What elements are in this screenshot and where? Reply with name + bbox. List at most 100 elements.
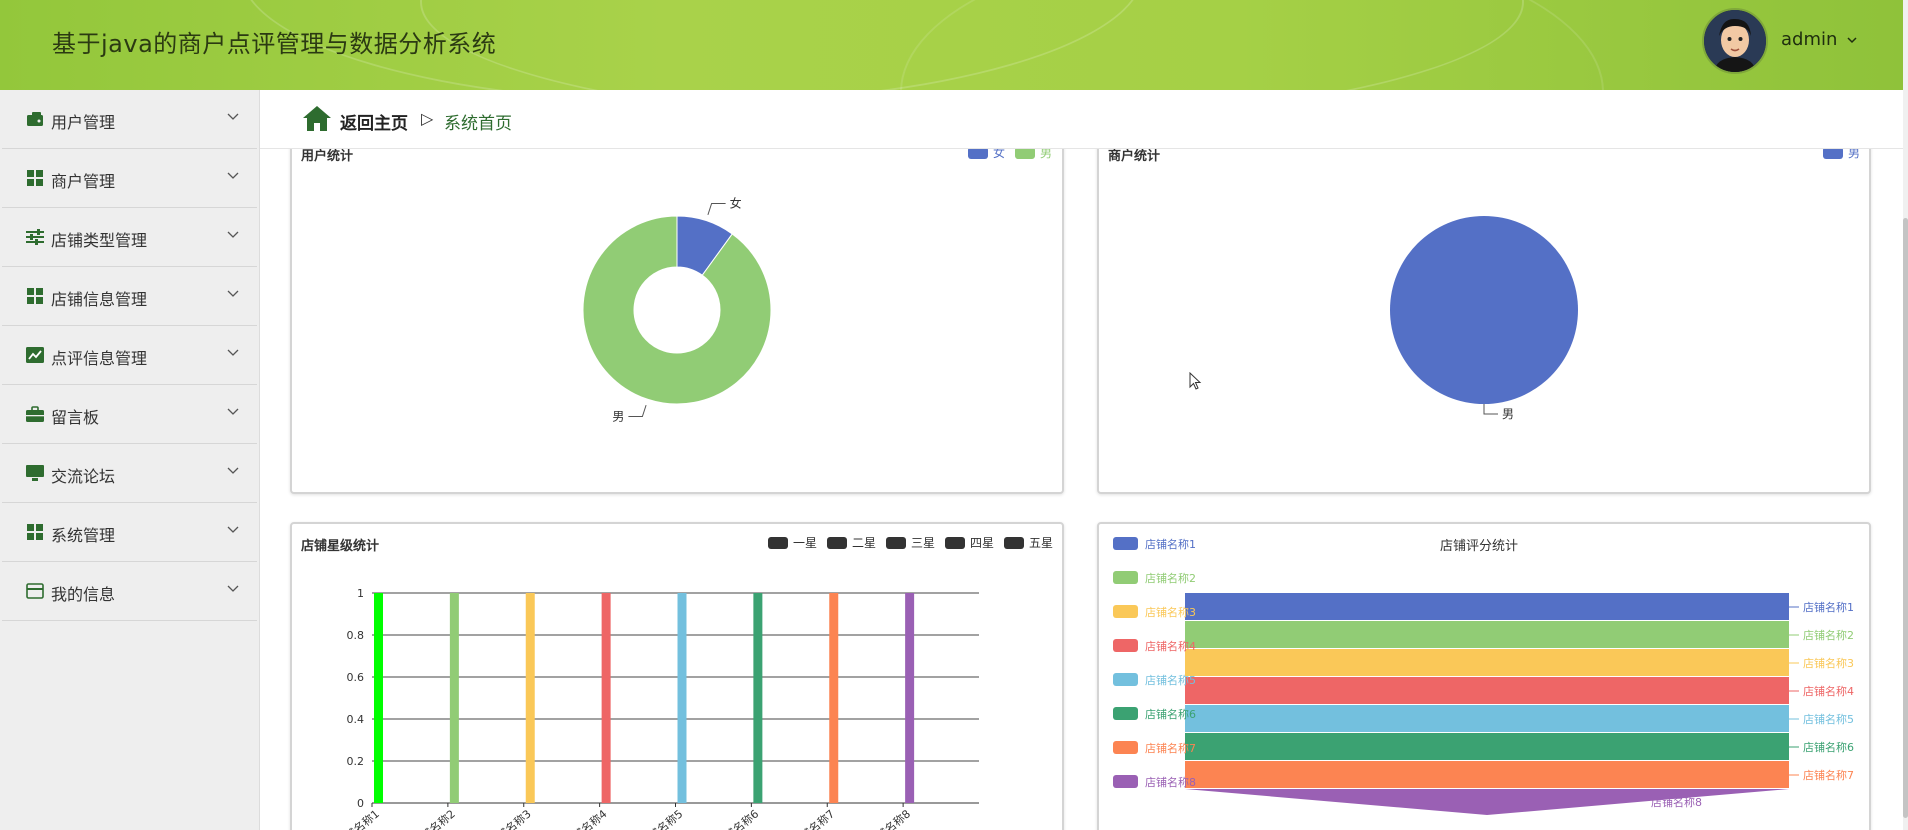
slice-label: 男 xyxy=(612,410,624,424)
legend-label: 店铺名称1 xyxy=(1145,537,1196,551)
label-leader-line xyxy=(628,404,647,418)
chevron-down-icon xyxy=(227,467,239,474)
y-tick-label: 0.2 xyxy=(347,755,365,768)
segment-label: 店铺名称1 xyxy=(1803,600,1854,614)
y-tick-label: 0 xyxy=(357,797,364,810)
wallet-icon xyxy=(27,112,43,126)
sidebar-item-merchant-management[interactable]: 商户管理 xyxy=(2,149,257,208)
sidebar-item-user-management[interactable]: 用户管理 xyxy=(2,90,257,149)
sliders-icon xyxy=(26,229,44,245)
sidebar-item-label: 店铺类型管理 xyxy=(51,231,148,250)
top-header: 基于java的商户点评管理与数据分析系统 admin xyxy=(0,0,1903,90)
bar xyxy=(601,593,611,803)
breadcrumb-separator: ▷ xyxy=(421,109,434,128)
sidebar-item-store-info-management[interactable]: 店铺信息管理 xyxy=(2,267,257,326)
chevron-down-icon xyxy=(227,290,239,297)
chevron-down-icon xyxy=(227,526,239,533)
sidebar-item-system-management[interactable]: 系统管理 xyxy=(2,503,257,562)
pie-slice xyxy=(582,215,772,405)
breadcrumb-current: 系统首页 xyxy=(444,114,512,134)
y-tick-label: 0.8 xyxy=(347,629,365,642)
x-tick-label: 店铺名称7 xyxy=(789,807,837,830)
chart-panel-store-star-stats: 店铺星级统计 一星 二星 三星 四星 五星 0 0.2 0.4 0.6 0.8 1 店铺名称… xyxy=(290,522,1064,830)
line-chart-icon xyxy=(26,347,44,363)
funnel-segment xyxy=(1185,649,1789,676)
bar xyxy=(677,593,687,803)
chevron-down-icon xyxy=(1847,37,1857,44)
segment-label: 店铺名称2 xyxy=(1803,628,1854,642)
chart-panel-user-stats: 用户统计 女 男 女男 xyxy=(290,148,1064,494)
sidebar-item-label: 用户管理 xyxy=(51,113,116,132)
bar xyxy=(905,593,915,803)
chevron-down-icon xyxy=(227,172,239,179)
avatar-image xyxy=(1704,10,1766,72)
grid-icon xyxy=(27,288,43,304)
home-icon[interactable] xyxy=(302,105,332,132)
app-title: 基于java的商户点评管理与数据分析系统 xyxy=(52,30,497,58)
pie-chart: 男 xyxy=(1390,216,1578,421)
sidebar-item-my-info[interactable]: 我的信息 xyxy=(2,562,257,621)
label-leader-line xyxy=(1483,404,1498,415)
legend-swatch xyxy=(1113,639,1138,652)
bar xyxy=(449,593,459,803)
bar xyxy=(753,593,763,803)
briefcase-icon xyxy=(26,406,44,422)
card-icon xyxy=(26,583,44,599)
sidebar-item-label: 系统管理 xyxy=(51,526,116,545)
sidebar-item-label: 留言板 xyxy=(51,408,100,427)
username: admin xyxy=(1781,29,1838,50)
mouse-cursor-icon xyxy=(1189,372,1202,390)
header-decoration xyxy=(900,0,1604,90)
x-tick-label: 店铺名称3 xyxy=(486,807,534,830)
segment-label: 店铺名称6 xyxy=(1803,740,1854,754)
legend-swatch xyxy=(1113,605,1138,618)
chart-panel-merchant-stats: 商户统计 男 男 xyxy=(1097,148,1871,494)
breadcrumb: 返回主页 ▷ 系统首页 xyxy=(260,90,1903,149)
legend-label: 店铺名称4 xyxy=(1145,639,1196,653)
sidebar-item-label: 商户管理 xyxy=(51,172,116,191)
sidebar-item-review-management[interactable]: 点评信息管理 xyxy=(2,326,257,385)
y-tick-label: 0.6 xyxy=(347,671,365,684)
x-tick-label: 店铺名称6 xyxy=(713,807,761,830)
legend-label: 店铺名称5 xyxy=(1145,673,1196,687)
legend-label: 店铺名称2 xyxy=(1145,571,1196,585)
funnel-segment xyxy=(1185,677,1789,704)
dashboard-content: 用户统计 女 男 女男 商户统计 男 男 店铺星级统计 一星 二星 三星 四星 … xyxy=(260,148,1903,830)
chevron-down-icon xyxy=(227,349,239,356)
sidebar: 用户管理 商户管理 店铺类型管理 店铺信息管理 点评信息管理 留言板 交流论坛 … xyxy=(0,90,260,830)
slice-label: 男 xyxy=(1502,407,1514,421)
funnel-segment xyxy=(1185,621,1789,648)
funnel-segment xyxy=(1185,593,1789,620)
x-tick-label: 店铺名称2 xyxy=(410,807,458,830)
grid-icon xyxy=(27,524,43,540)
chart-panel-store-score-stats: 店铺评分统计 店铺名称1 店铺名称1 店铺名称2 店铺名称2 店铺名称3 店铺名称3 店铺名… xyxy=(1097,522,1871,830)
grid-icon xyxy=(27,170,43,186)
sidebar-item-label: 我的信息 xyxy=(51,585,116,604)
chevron-down-icon xyxy=(227,408,239,415)
x-tick-label: 店铺名称4 xyxy=(561,807,609,830)
bar xyxy=(374,593,383,803)
legend-label: 店铺名称7 xyxy=(1145,741,1196,755)
breadcrumb-home-link[interactable]: 返回主页 xyxy=(340,109,408,134)
legend-label: 店铺名称8 xyxy=(1145,775,1196,789)
x-tick-label: 店铺名称1 xyxy=(334,807,382,830)
bar xyxy=(829,593,839,803)
funnel-segment xyxy=(1185,705,1789,732)
avatar[interactable] xyxy=(1702,8,1768,74)
page-scrollbar-thumb[interactable] xyxy=(1903,218,1908,818)
sidebar-item-label: 交流论坛 xyxy=(51,467,116,486)
sidebar-item-store-type-management[interactable]: 店铺类型管理 xyxy=(2,208,257,267)
bar-chart: 0 0.2 0.4 0.6 0.8 1 店铺名称1 店铺名称2 店铺名称3 店铺名称4 店铺名称5 店… xyxy=(334,587,979,830)
segment-label: 店铺名称7 xyxy=(1803,768,1854,782)
pie-slice xyxy=(1390,216,1578,404)
sidebar-item-forum[interactable]: 交流论坛 xyxy=(2,444,257,503)
funnel-segment xyxy=(1185,733,1789,760)
funnel-segment xyxy=(1185,761,1789,788)
legend-swatch xyxy=(1113,707,1138,720)
x-tick-label: 店铺名称8 xyxy=(865,807,913,830)
legend-swatch xyxy=(1113,571,1138,584)
segment-label: 店铺名称8 xyxy=(1651,795,1702,809)
user-menu[interactable]: admin xyxy=(1781,29,1857,50)
sidebar-item-message-board[interactable]: 留言板 xyxy=(2,385,257,444)
segment-label: 店铺名称5 xyxy=(1803,712,1854,726)
